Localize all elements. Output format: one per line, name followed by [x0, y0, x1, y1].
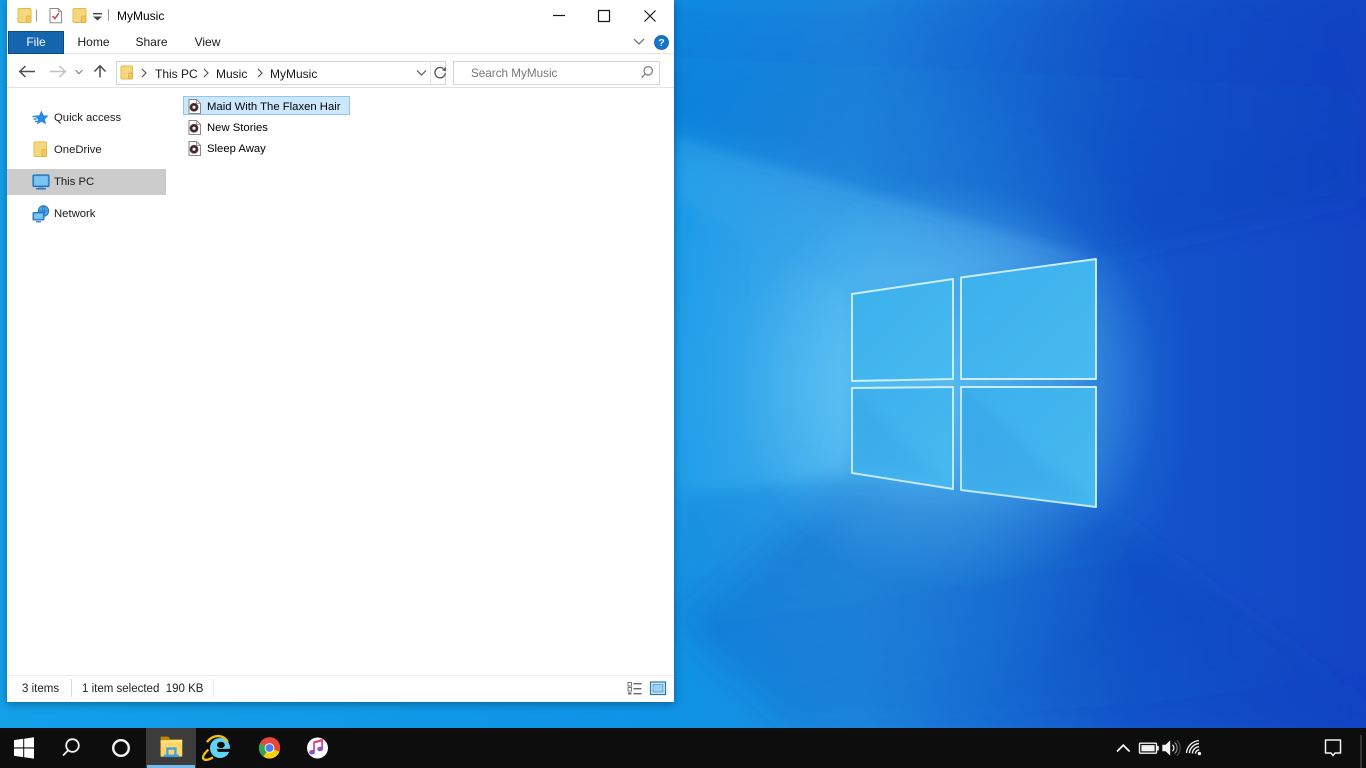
svg-text:?: ? [658, 37, 664, 49]
